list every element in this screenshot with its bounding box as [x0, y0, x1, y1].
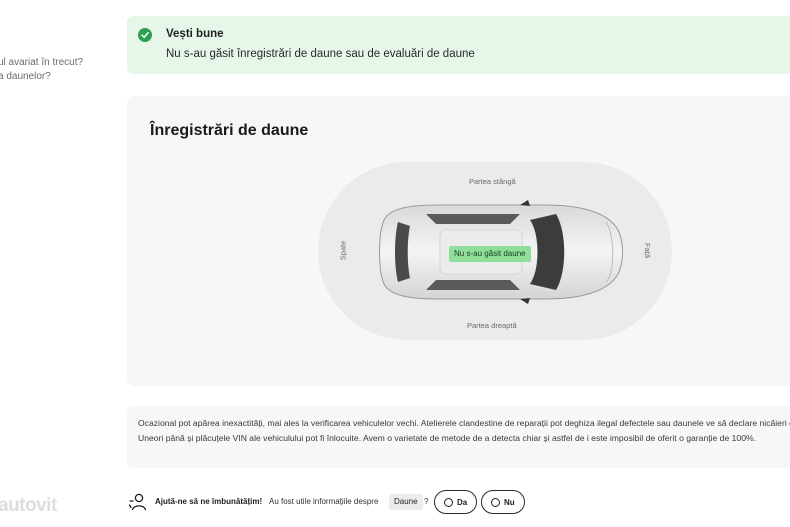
feedback-yes-button[interactable]: Da: [434, 490, 478, 514]
label-front: Față: [643, 242, 653, 259]
smile-icon: [444, 497, 453, 507]
watermark-logo: autovit: [0, 495, 57, 516]
label-rear: Spate: [338, 240, 348, 261]
disclaimer-text: Ocazional pot apărea inexactități, mai a…: [138, 418, 790, 443]
feedback-no-button[interactable]: Nu: [481, 490, 525, 514]
feedback-prompt-text: Au fost utile informațiile despre: [269, 497, 379, 506]
banner-message: Nu s-au găsit înregistrări de daune sau …: [166, 48, 475, 60]
feedback-yes-label: Da: [457, 497, 468, 507]
feedback-no-label: Nu: [504, 497, 515, 507]
label-right-side: Partea dreaptă: [467, 321, 517, 330]
sidebar-question[interactable]: ul avariat în trecut? a daunelor?: [0, 56, 118, 84]
feedback-question-mark: ?: [424, 497, 429, 506]
disclaimer-box: Ocazional pot apărea inexactități, mai a…: [127, 406, 790, 468]
feedback-people-icon: [128, 493, 147, 511]
check-circle-icon: [138, 28, 152, 42]
damage-records-card: Înregistrări de daune Partea stângă Part…: [127, 96, 790, 386]
banner-title: Vești bune: [166, 28, 224, 40]
frown-icon: [491, 497, 500, 507]
sidebar-question-line1: ul avariat în trecut?: [0, 57, 84, 68]
feedback-topic-chip: Daune: [389, 494, 423, 510]
vehicle-report-page: ul avariat în trecut? a daunelor? Vești …: [0, 0, 790, 527]
damage-records-title: Înregistrări de daune: [150, 122, 309, 139]
label-left-side: Partea stângă: [469, 177, 516, 186]
feedback-prompt-strong: Ajută-ne să ne îmbunătățim!: [155, 497, 263, 506]
sidebar-question-line2: a daunelor?: [0, 71, 51, 82]
no-damage-tag: Nu s-au găsit daune: [449, 246, 531, 262]
success-banner: Vești bune Nu s-au găsit înregistrări de…: [127, 16, 790, 74]
